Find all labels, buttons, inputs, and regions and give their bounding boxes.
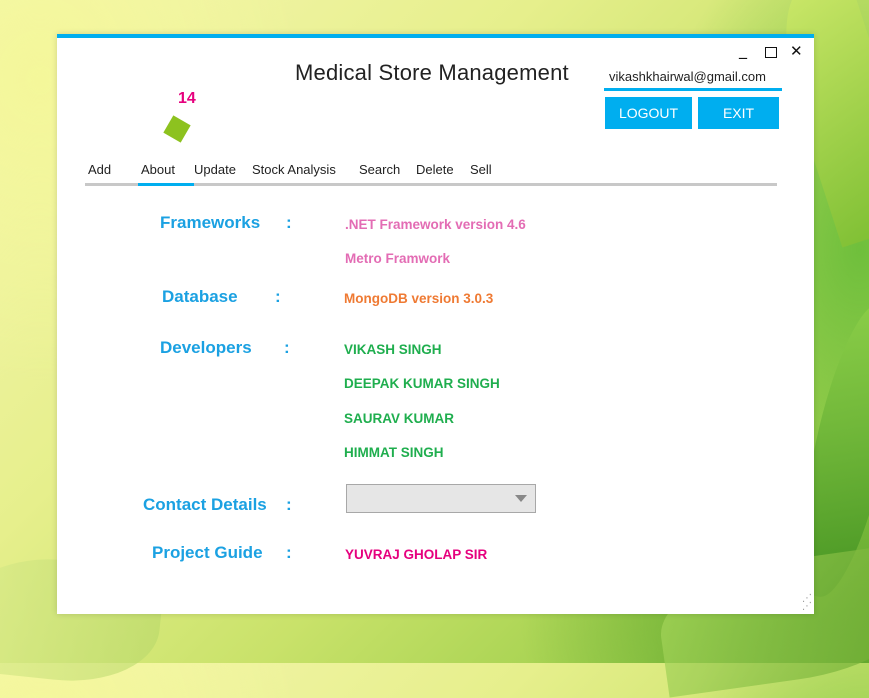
developers-colon: :	[284, 338, 290, 357]
tab-stock-analysis[interactable]: Stock Analysis	[252, 162, 336, 177]
contact-colon: :	[286, 495, 292, 514]
tab-active-indicator	[138, 183, 194, 186]
contact-details-label: Contact Details	[143, 495, 267, 514]
user-underline	[604, 88, 782, 91]
database-colon: :	[275, 287, 281, 306]
developer-name: VIKASH SINGH	[344, 342, 442, 357]
framework-value: Metro Framwork	[345, 251, 451, 266]
database-value: MongoDB version 3.0.3	[344, 291, 494, 306]
exit-button[interactable]: EXIT	[698, 97, 779, 129]
tab-delete[interactable]: Delete	[416, 162, 454, 177]
developer-name: HIMMAT SINGH	[344, 445, 444, 460]
frameworks-colon: :	[286, 213, 292, 232]
developer-name: DEEPAK KUMAR SINGH	[344, 376, 500, 391]
project-guide-label: Project Guide	[152, 543, 263, 562]
close-button[interactable]: ✕	[790, 42, 803, 60]
tab-add[interactable]: Add	[88, 162, 111, 177]
framework-value: .NET Framework version 4.6	[345, 217, 526, 232]
frameworks-label: Frameworks	[160, 213, 261, 232]
user-email: vikashkhairwal@gmail.com	[609, 69, 766, 84]
main-window: _ ✕ Medical Store Management vikashkhair…	[57, 34, 814, 614]
project-guide-value: YUVRAJ GHOLAP SIR	[345, 547, 488, 562]
developer-name: SAURAV KUMAR	[344, 411, 454, 426]
logout-button[interactable]: LOGOUT	[605, 97, 692, 129]
tab-about[interactable]: About	[141, 162, 175, 177]
minimize-button[interactable]: _	[739, 40, 747, 59]
contact-details-dropdown[interactable]	[346, 484, 536, 513]
chevron-down-icon	[515, 495, 527, 502]
developers-label: Developers	[160, 338, 252, 357]
tile-icon[interactable]	[163, 115, 191, 143]
window-title: Medical Store Management	[295, 60, 569, 85]
notification-count: 14	[178, 90, 196, 107]
project-guide-colon: :	[286, 543, 292, 562]
tab-sell[interactable]: Sell	[470, 162, 492, 177]
resize-grip-icon[interactable]: ⋰ ⋰	[802, 594, 812, 612]
tab-search[interactable]: Search	[359, 162, 400, 177]
database-label: Database	[162, 287, 238, 306]
tab-update[interactable]: Update	[194, 162, 236, 177]
maximize-button[interactable]	[765, 47, 777, 58]
